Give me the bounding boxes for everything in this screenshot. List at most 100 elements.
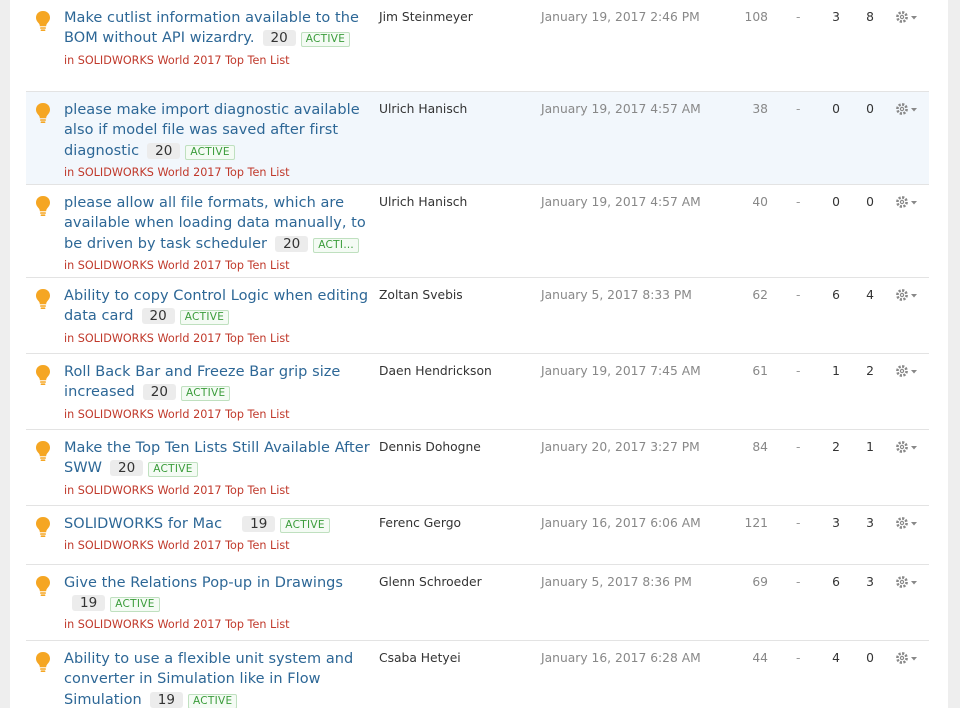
idea-date: January 19, 2017 2:46 PM bbox=[541, 10, 700, 24]
comment-count: 1 bbox=[866, 440, 874, 454]
idea-category: in SOLIDWORKS World 2017 Top Ten List bbox=[64, 483, 290, 497]
score-badge: 20 bbox=[141, 308, 175, 325]
category-link[interactable]: SOLIDWORKS World 2017 Top Ten List bbox=[78, 332, 290, 345]
comment-count: 3 bbox=[866, 516, 874, 530]
lightbulb-icon bbox=[36, 652, 50, 672]
views-count: 38 bbox=[752, 102, 768, 116]
author-link[interactable]: Ulrich Hanisch bbox=[379, 102, 467, 116]
idea-title-link[interactable]: Give the Relations Pop-up in Drawings bbox=[64, 575, 343, 591]
category-link[interactable]: SOLIDWORKS World 2017 Top Ten List bbox=[78, 539, 290, 552]
gear-menu-icon[interactable] bbox=[895, 650, 921, 666]
idea-date: January 5, 2017 8:36 PM bbox=[541, 575, 692, 589]
status-badge: ACTIVE bbox=[110, 597, 160, 613]
vote-count: 2 bbox=[832, 440, 840, 454]
idea-category: in SOLIDWORKS World 2017 Top Ten List bbox=[64, 539, 290, 553]
dash-separator: - bbox=[796, 364, 801, 378]
idea-category: in SOLIDWORKS World 2017 Top Ten List bbox=[64, 165, 290, 179]
idea-date: January 19, 2017 4:57 AM bbox=[541, 102, 701, 116]
author-link[interactable]: Zoltan Svebis bbox=[379, 288, 463, 302]
ideas-panel: Make cutlist information available to th… bbox=[10, 0, 948, 708]
idea-row: Ability to copy Control Logic when editi… bbox=[26, 278, 929, 354]
gear-menu-icon[interactable] bbox=[895, 439, 921, 455]
idea-category: in SOLIDWORKS World 2017 Top Ten List bbox=[64, 407, 290, 421]
idea-date: January 16, 2017 6:06 AM bbox=[541, 516, 701, 530]
idea-title-cell: Make cutlist information available to th… bbox=[64, 7, 374, 68]
idea-date: January 19, 2017 7:45 AM bbox=[541, 364, 701, 378]
dash-separator: - bbox=[796, 195, 801, 209]
idea-title-cell: Make the Top Ten Lists Still Available A… bbox=[64, 437, 374, 498]
idea-title-cell: Roll Back Bar and Freeze Bar grip size i… bbox=[64, 361, 374, 422]
author-link[interactable]: Glenn Schroeder bbox=[379, 575, 482, 589]
dash-separator: - bbox=[796, 575, 801, 589]
gear-menu-icon[interactable] bbox=[895, 194, 921, 210]
category-link[interactable]: SOLIDWORKS World 2017 Top Ten List bbox=[78, 484, 290, 497]
category-link[interactable]: SOLIDWORKS World 2017 Top Ten List bbox=[78, 259, 290, 272]
author-link[interactable]: Dennis Dohogne bbox=[379, 440, 481, 454]
category-link[interactable]: SOLIDWORKS World 2017 Top Ten List bbox=[78, 166, 290, 179]
category-link[interactable]: SOLIDWORKS World 2017 Top Ten List bbox=[78, 408, 290, 421]
vote-count: 1 bbox=[832, 364, 840, 378]
score-badge: 20 bbox=[275, 235, 309, 252]
status-badge: ACTIVE bbox=[185, 144, 235, 160]
score-badge: 20 bbox=[142, 384, 176, 401]
gear-menu-icon[interactable] bbox=[895, 9, 921, 25]
views-count: 84 bbox=[752, 440, 768, 454]
idea-row: please make import diagnostic available … bbox=[26, 92, 929, 185]
idea-row: please allow all file formats, which are… bbox=[26, 185, 929, 278]
author-link[interactable]: Ulrich Hanisch bbox=[379, 195, 467, 209]
gear-menu-icon[interactable] bbox=[895, 287, 921, 303]
status-badge: ACTIVE bbox=[148, 462, 198, 478]
dash-separator: - bbox=[796, 10, 801, 24]
vote-count: 6 bbox=[832, 288, 840, 302]
author-link[interactable]: Csaba Hetyei bbox=[379, 651, 461, 665]
gear-menu-icon[interactable] bbox=[895, 515, 921, 531]
comment-count: 0 bbox=[866, 195, 874, 209]
views-count: 121 bbox=[744, 516, 768, 530]
idea-row: Ability to use a flexible unit system an… bbox=[26, 641, 929, 708]
dash-separator: - bbox=[796, 102, 801, 116]
score-badge: 20 bbox=[262, 30, 296, 47]
views-count: 40 bbox=[752, 195, 768, 209]
comment-count: 8 bbox=[866, 10, 874, 24]
dash-separator: - bbox=[796, 288, 801, 302]
lightbulb-icon bbox=[36, 365, 50, 385]
comment-count: 0 bbox=[866, 651, 874, 665]
vote-count: 6 bbox=[832, 575, 840, 589]
comment-count: 3 bbox=[866, 575, 874, 589]
views-count: 69 bbox=[752, 575, 768, 589]
idea-row: Roll Back Bar and Freeze Bar grip size i… bbox=[26, 354, 929, 430]
idea-row: Make cutlist information available to th… bbox=[26, 0, 929, 92]
views-count: 44 bbox=[752, 651, 768, 665]
idea-category: in SOLIDWORKS World 2017 Top Ten List bbox=[64, 331, 290, 345]
views-count: 62 bbox=[752, 288, 768, 302]
score-badge: 19 bbox=[149, 691, 183, 708]
comment-count: 4 bbox=[866, 288, 874, 302]
score-badge: 19 bbox=[242, 516, 276, 532]
vote-count: 4 bbox=[832, 651, 840, 665]
category-link[interactable]: SOLIDWORKS World 2017 Top Ten List bbox=[78, 618, 290, 631]
gear-menu-icon[interactable] bbox=[895, 363, 921, 379]
comment-count: 0 bbox=[866, 102, 874, 116]
gear-menu-icon[interactable] bbox=[895, 574, 921, 590]
idea-date: January 16, 2017 6:28 AM bbox=[541, 651, 701, 665]
idea-category: in SOLIDWORKS World 2017 Top Ten List bbox=[64, 53, 290, 67]
idea-title-cell: SOLIDWORKS for Mac 19 ACTIVE in SOLIDWORKS… bbox=[64, 513, 374, 553]
status-badge: ACTIVE bbox=[180, 386, 231, 402]
idea-row: Make the Top Ten Lists Still Available A… bbox=[26, 430, 929, 506]
idea-title-cell: Give the Relations Pop-up in Drawings 19 A… bbox=[64, 572, 374, 632]
gear-menu-icon[interactable] bbox=[895, 101, 921, 117]
author-link[interactable]: Jim Steinmeyer bbox=[379, 10, 473, 24]
vote-count: 0 bbox=[832, 102, 840, 116]
idea-title-cell: Ability to use a flexible unit system an… bbox=[64, 648, 374, 708]
idea-title-link[interactable]: SOLIDWORKS for Mac bbox=[64, 516, 222, 532]
views-count: 108 bbox=[744, 10, 768, 24]
lightbulb-icon bbox=[36, 441, 50, 461]
vote-count: 3 bbox=[832, 10, 840, 24]
idea-row: SOLIDWORKS for Mac 19 ACTIVE in SOLIDWORKS… bbox=[26, 506, 929, 565]
category-link[interactable]: SOLIDWORKS World 2017 Top Ten List bbox=[78, 54, 290, 67]
author-link[interactable]: Daen Hendrickson bbox=[379, 364, 492, 378]
dash-separator: - bbox=[796, 440, 801, 454]
author-link[interactable]: Ferenc Gergo bbox=[379, 516, 461, 530]
lightbulb-icon bbox=[36, 196, 50, 216]
idea-date: January 19, 2017 4:57 AM bbox=[541, 195, 701, 209]
